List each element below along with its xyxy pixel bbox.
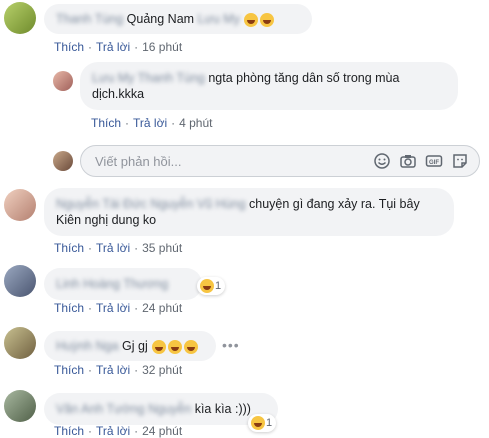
avatar[interactable]	[4, 327, 36, 359]
comment-actions: Thích · Trả lời · 35 phút	[54, 241, 183, 255]
gif-icon[interactable]: GIF	[425, 152, 443, 170]
avatar[interactable]	[4, 390, 36, 422]
reply-button[interactable]: Trả lời	[96, 40, 130, 54]
reaction-count: 1	[266, 417, 273, 429]
emoji-icon[interactable]	[373, 152, 391, 170]
avatar[interactable]	[4, 265, 36, 297]
comment-text: kìa kìa :)))	[194, 402, 251, 416]
comment-author[interactable]: Linh Hoàng Thương	[56, 277, 168, 291]
avatar[interactable]	[53, 71, 73, 91]
camera-icon[interactable]	[399, 152, 417, 170]
timestamp[interactable]: 32 phút	[142, 363, 182, 377]
comment-actions: Thích · Trả lời · 24 phút	[54, 424, 183, 438]
comment-bubble: Văn Anh Tường Nguyễn kìa kìa :)))	[44, 393, 278, 425]
reply-button[interactable]: Trả lời	[133, 116, 167, 130]
reaction-badge[interactable]: 1	[248, 414, 277, 432]
like-button[interactable]: Thích	[54, 363, 84, 377]
comment-actions: Thích · Trả lời · 4 phút	[91, 116, 213, 130]
current-user-avatar	[53, 151, 73, 171]
comment-bubble: Huỳnh Nga Gj gj	[44, 331, 216, 361]
comment-author[interactable]: Thanh Tùng	[56, 12, 123, 26]
tag-link[interactable]: Nguyễn Vũ Hùng	[150, 197, 245, 211]
timestamp[interactable]: 4 phút	[179, 116, 212, 130]
timestamp[interactable]: 35 phút	[142, 241, 182, 255]
like-button[interactable]: Thích	[54, 241, 84, 255]
reply-button[interactable]: Trả lời	[96, 241, 130, 255]
like-button[interactable]: Thích	[91, 116, 121, 130]
haha-reaction-icon	[251, 416, 265, 430]
sticker-icon[interactable]	[451, 152, 469, 170]
comment-author[interactable]: Huỳnh Nga	[56, 339, 119, 353]
comment-bubble: Linh Hoàng Thương	[44, 268, 202, 300]
comment-actions: Thích · Trả lời · 32 phút	[54, 363, 183, 377]
comment-author[interactable]: Nguyễn Tài Đức	[56, 197, 147, 211]
avatar[interactable]	[4, 189, 36, 221]
tag-link[interactable]: Nguyễn	[148, 402, 191, 416]
reply-composer: GIF	[80, 145, 480, 177]
like-button[interactable]: Thích	[54, 424, 84, 438]
comment-actions: Thích · Trả lời · 16 phút	[54, 40, 183, 54]
timestamp[interactable]: 16 phút	[142, 40, 182, 54]
like-button[interactable]: Thích	[54, 301, 84, 315]
tag-link[interactable]: Lưu My	[198, 12, 240, 26]
reaction-badge[interactable]: 1	[197, 277, 226, 295]
comment-bubble: Thanh Tùng Quảng Nam Lưu My	[44, 4, 312, 34]
reply-button[interactable]: Trả lời	[96, 424, 130, 438]
reply-button[interactable]: Trả lời	[96, 301, 130, 315]
mention-link[interactable]: Quảng Nam	[127, 12, 194, 26]
like-button[interactable]: Thích	[54, 40, 84, 54]
more-options-icon[interactable]: •••	[222, 337, 240, 353]
tag-link[interactable]: Thanh Tùng	[138, 71, 205, 85]
svg-text:GIF: GIF	[429, 160, 439, 166]
comment-author[interactable]: Văn Anh Tường	[56, 402, 145, 416]
avatar[interactable]	[4, 2, 36, 34]
composer-tools: GIF	[373, 152, 469, 170]
rofl-emoji-icon	[151, 339, 199, 354]
comment-text: Gj gj	[122, 339, 148, 353]
comment-author[interactable]: Lưu My	[92, 71, 134, 85]
laugh-emoji-icon	[243, 12, 275, 27]
comment-bubble: Lưu My Thanh Tùng ngta phòng tăng dân số…	[80, 62, 458, 110]
comment-actions: Thích · Trả lời · 24 phút	[54, 301, 183, 315]
reply-input[interactable]	[93, 153, 347, 170]
timestamp[interactable]: 24 phút	[142, 424, 182, 438]
reaction-count: 1	[215, 280, 222, 292]
comment-bubble: Nguyễn Tài Đức Nguyễn Vũ Hùng chuyện gì …	[44, 188, 454, 236]
haha-reaction-icon	[200, 279, 214, 293]
reply-button[interactable]: Trả lời	[96, 363, 130, 377]
timestamp[interactable]: 24 phút	[142, 301, 182, 315]
